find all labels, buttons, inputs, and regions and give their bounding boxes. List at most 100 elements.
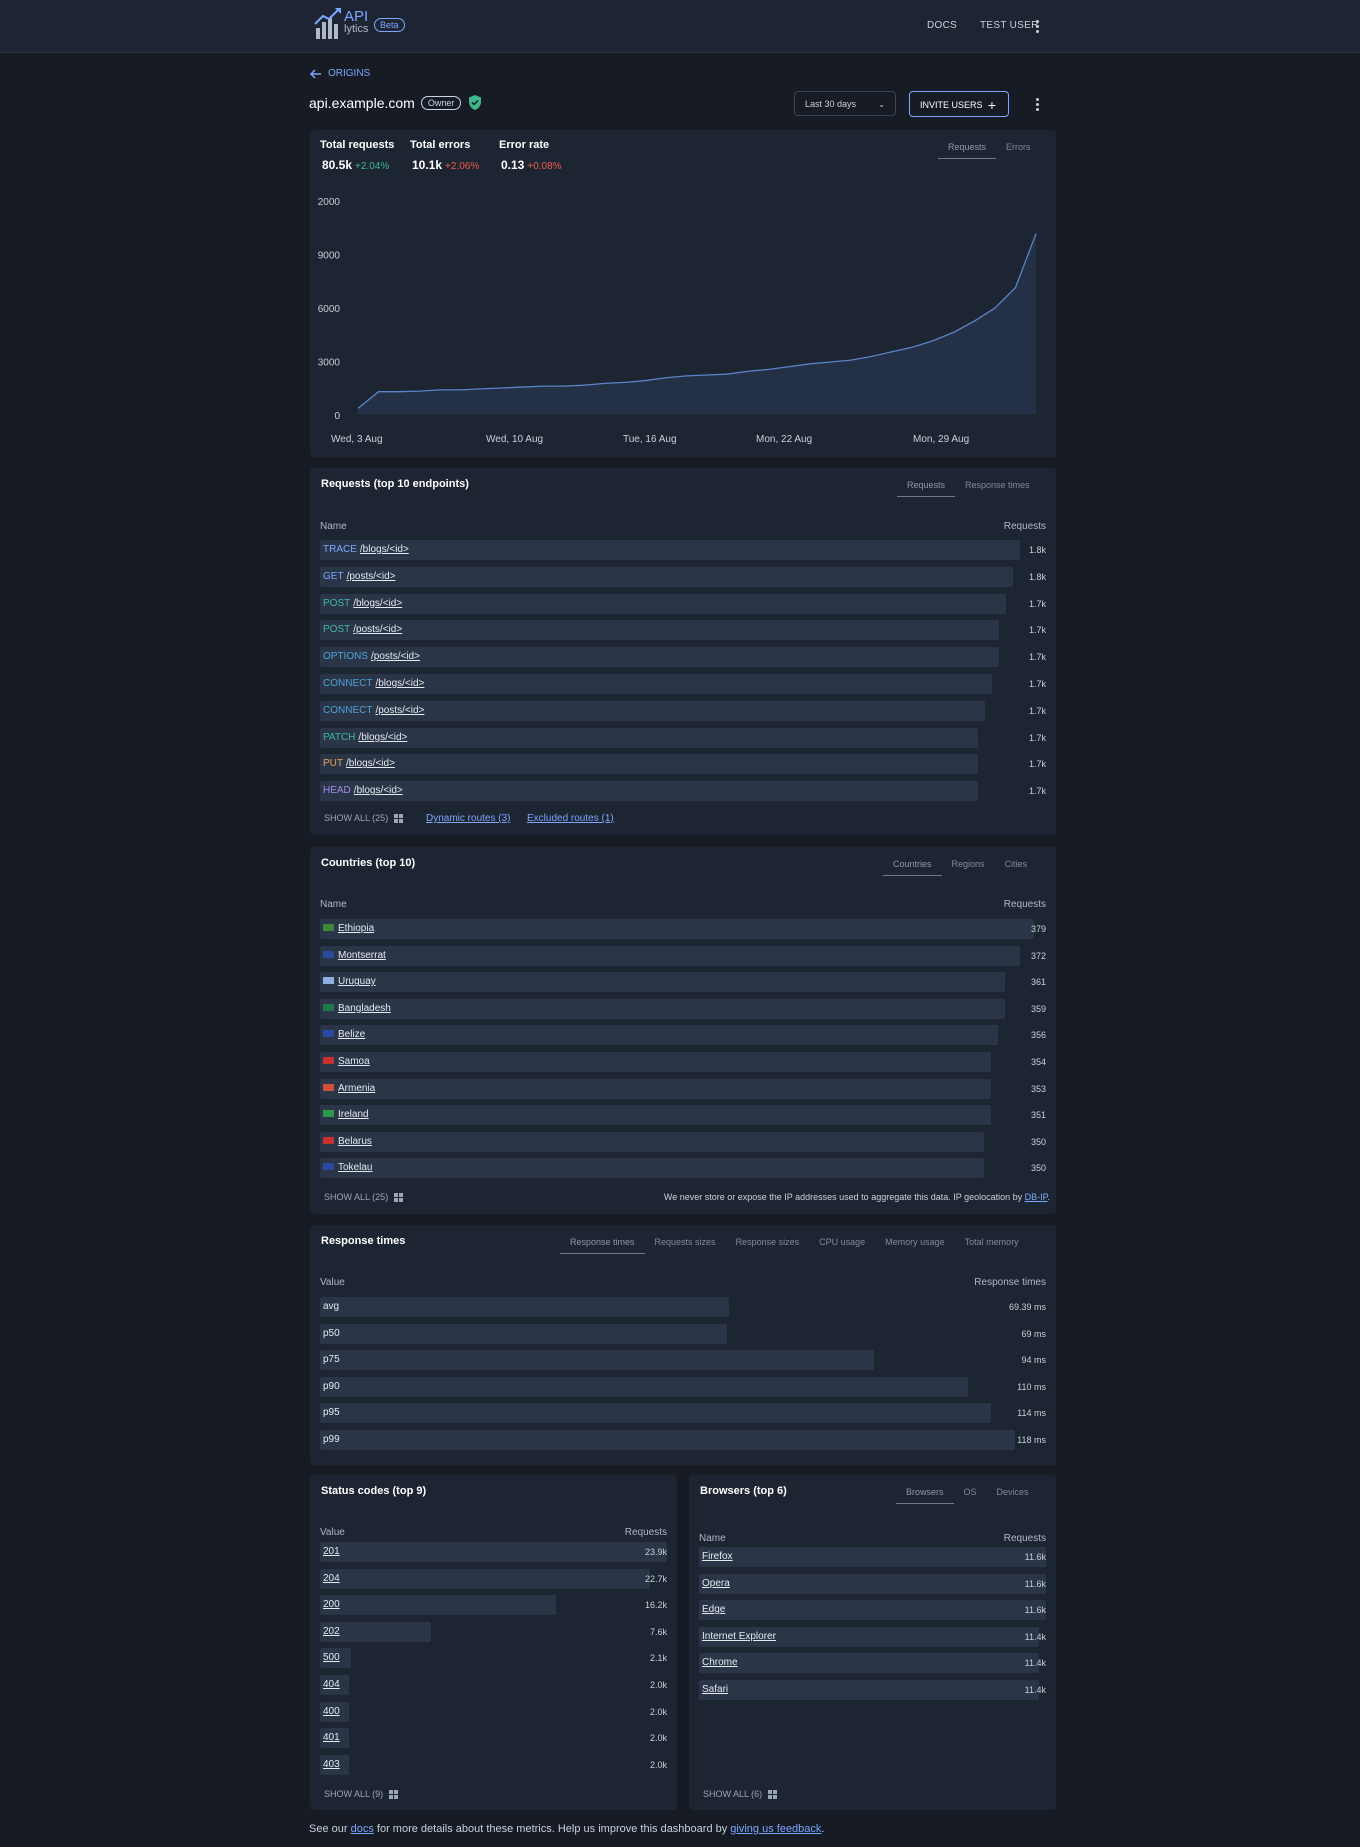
user-menu[interactable]: TEST USER bbox=[980, 20, 1039, 31]
endpoint-link[interactable]: CONNECT/blogs/<id> bbox=[323, 678, 424, 689]
tab-cpu-usage[interactable]: CPU usage bbox=[809, 1237, 875, 1254]
endpoint-path[interactable]: /posts/<id> bbox=[347, 571, 396, 582]
endpoint-link[interactable]: HEAD/blogs/<id> bbox=[323, 785, 403, 796]
endpoint-path[interactable]: /blogs/<id> bbox=[353, 598, 402, 609]
browser-name[interactable]: Chrome bbox=[702, 1657, 738, 1668]
tab-countries[interactable]: Countries bbox=[883, 859, 942, 876]
browser-link[interactable]: Chrome bbox=[702, 1657, 738, 1668]
browser-link[interactable]: Firefox bbox=[702, 1551, 733, 1562]
endpoints-show-all-button[interactable]: SHOW ALL (25) bbox=[324, 813, 404, 823]
status-code-link[interactable]: 201 bbox=[323, 1546, 340, 1557]
endpoint-path[interactable]: /blogs/<id> bbox=[346, 758, 395, 769]
country-name[interactable]: Bangladesh bbox=[338, 1003, 391, 1014]
country-link[interactable]: Ethiopia bbox=[323, 923, 374, 934]
status-code[interactable]: 500 bbox=[323, 1652, 340, 1663]
status-code[interactable]: 403 bbox=[323, 1759, 340, 1770]
country-name[interactable]: Montserrat bbox=[338, 950, 386, 961]
browser-name[interactable]: Edge bbox=[702, 1604, 725, 1615]
logo-text[interactable]: API lytics bbox=[344, 9, 368, 36]
db-ip-link[interactable]: DB-IP bbox=[1025, 1192, 1048, 1202]
status-code-link[interactable]: 403 bbox=[323, 1759, 340, 1770]
tab-response-times[interactable]: Response times bbox=[955, 480, 1040, 497]
endpoint-link[interactable]: PATCH/blogs/<id> bbox=[323, 732, 407, 743]
status-code[interactable]: 400 bbox=[323, 1706, 340, 1717]
tab-cities[interactable]: Cities bbox=[995, 859, 1038, 876]
browser-name[interactable]: Firefox bbox=[702, 1551, 733, 1562]
endpoint-link[interactable]: TRACE/blogs/<id> bbox=[323, 544, 409, 555]
status-code[interactable]: 401 bbox=[323, 1732, 340, 1743]
endpoint-path[interactable]: /posts/<id> bbox=[353, 624, 402, 635]
endpoint-link[interactable]: CONNECT/posts/<id> bbox=[323, 705, 424, 716]
country-name[interactable]: Samoa bbox=[338, 1056, 370, 1067]
browser-link[interactable]: Edge bbox=[702, 1604, 725, 1615]
endpoint-path[interactable]: /blogs/<id> bbox=[358, 732, 407, 743]
status-code-link[interactable]: 200 bbox=[323, 1599, 340, 1610]
endpoint-path[interactable]: /posts/<id> bbox=[371, 651, 420, 662]
countries-show-all-button[interactable]: SHOW ALL (25) bbox=[324, 1192, 404, 1202]
country-link[interactable]: Ireland bbox=[323, 1109, 369, 1120]
status-show-all-button[interactable]: SHOW ALL (9) bbox=[324, 1789, 399, 1799]
status-code[interactable]: 204 bbox=[323, 1573, 340, 1584]
status-code-link[interactable]: 400 bbox=[323, 1706, 340, 1717]
browser-name[interactable]: Safari bbox=[702, 1684, 728, 1695]
tab-response-sizes[interactable]: Response sizes bbox=[726, 1237, 810, 1254]
country-link[interactable]: Tokelau bbox=[323, 1162, 372, 1173]
endpoint-link[interactable]: OPTIONS/posts/<id> bbox=[323, 651, 420, 662]
status-code-link[interactable]: 404 bbox=[323, 1679, 340, 1690]
country-name[interactable]: Uruguay bbox=[338, 976, 376, 987]
browser-name[interactable]: Internet Explorer bbox=[702, 1631, 776, 1642]
tab-devices[interactable]: Devices bbox=[987, 1487, 1039, 1504]
date-range-select[interactable]: Last 30 days ⌄ bbox=[794, 91, 896, 116]
endpoint-link[interactable]: GET/posts/<id> bbox=[323, 571, 395, 582]
browser-link[interactable]: Opera bbox=[702, 1578, 730, 1589]
endpoint-path[interactable]: /posts/<id> bbox=[375, 705, 424, 716]
country-link[interactable]: Belarus bbox=[323, 1136, 372, 1147]
tab-requests[interactable]: Requests bbox=[897, 480, 956, 497]
endpoint-path[interactable]: /blogs/<id> bbox=[360, 544, 409, 555]
endpoint-path[interactable]: /blogs/<id> bbox=[354, 785, 403, 796]
country-link[interactable]: Armenia bbox=[323, 1083, 375, 1094]
tab-total-memory[interactable]: Total memory bbox=[955, 1237, 1029, 1254]
tab-memory-usage[interactable]: Memory usage bbox=[875, 1237, 955, 1254]
browser-name[interactable]: Opera bbox=[702, 1578, 730, 1589]
docs-link-footer[interactable]: docs bbox=[351, 1823, 374, 1835]
browsers-show-all-button[interactable]: SHOW ALL (6) bbox=[703, 1789, 778, 1799]
country-name[interactable]: Belize bbox=[338, 1029, 365, 1040]
endpoint-link[interactable]: POST/blogs/<id> bbox=[323, 598, 402, 609]
country-link[interactable]: Montserrat bbox=[323, 950, 386, 961]
status-code-link[interactable]: 401 bbox=[323, 1732, 340, 1743]
country-name[interactable]: Armenia bbox=[338, 1083, 375, 1094]
browser-link[interactable]: Internet Explorer bbox=[702, 1631, 776, 1642]
country-name[interactable]: Ethiopia bbox=[338, 923, 374, 934]
tab-response-times[interactable]: Response times bbox=[560, 1237, 645, 1254]
country-link[interactable]: Bangladesh bbox=[323, 1003, 391, 1014]
status-code[interactable]: 200 bbox=[323, 1599, 340, 1610]
tab-os[interactable]: OS bbox=[954, 1487, 987, 1504]
endpoint-link[interactable]: PUT/blogs/<id> bbox=[323, 758, 395, 769]
country-link[interactable]: Belize bbox=[323, 1029, 365, 1040]
status-code-link[interactable]: 202 bbox=[323, 1626, 340, 1637]
tab-regions[interactable]: Regions bbox=[942, 859, 995, 876]
status-code[interactable]: 404 bbox=[323, 1679, 340, 1690]
invite-users-button[interactable]: INVITE USERS + bbox=[909, 91, 1009, 117]
status-code-link[interactable]: 500 bbox=[323, 1652, 340, 1663]
tab-requests-sizes[interactable]: Requests sizes bbox=[645, 1237, 726, 1254]
dynamic-routes-link[interactable]: Dynamic routes (3) bbox=[426, 813, 510, 824]
feedback-link[interactable]: giving us feedback bbox=[730, 1823, 821, 1835]
origin-menu-kebab-icon[interactable] bbox=[1036, 98, 1039, 113]
status-code-link[interactable]: 204 bbox=[323, 1573, 340, 1584]
browser-link[interactable]: Safari bbox=[702, 1684, 728, 1695]
logo-icon[interactable] bbox=[313, 6, 343, 40]
docs-link[interactable]: DOCS bbox=[927, 20, 957, 31]
country-link[interactable]: Samoa bbox=[323, 1056, 370, 1067]
tab-browsers[interactable]: Browsers bbox=[896, 1487, 954, 1504]
country-link[interactable]: Uruguay bbox=[323, 976, 376, 987]
back-to-origins[interactable]: ORIGINS bbox=[310, 68, 370, 79]
country-name[interactable]: Ireland bbox=[338, 1109, 369, 1120]
status-code[interactable]: 201 bbox=[323, 1546, 340, 1557]
country-name[interactable]: Tokelau bbox=[338, 1162, 372, 1173]
country-name[interactable]: Belarus bbox=[338, 1136, 372, 1147]
endpoint-path[interactable]: /blogs/<id> bbox=[375, 678, 424, 689]
excluded-routes-link[interactable]: Excluded routes (1) bbox=[527, 813, 614, 824]
status-code[interactable]: 202 bbox=[323, 1626, 340, 1637]
